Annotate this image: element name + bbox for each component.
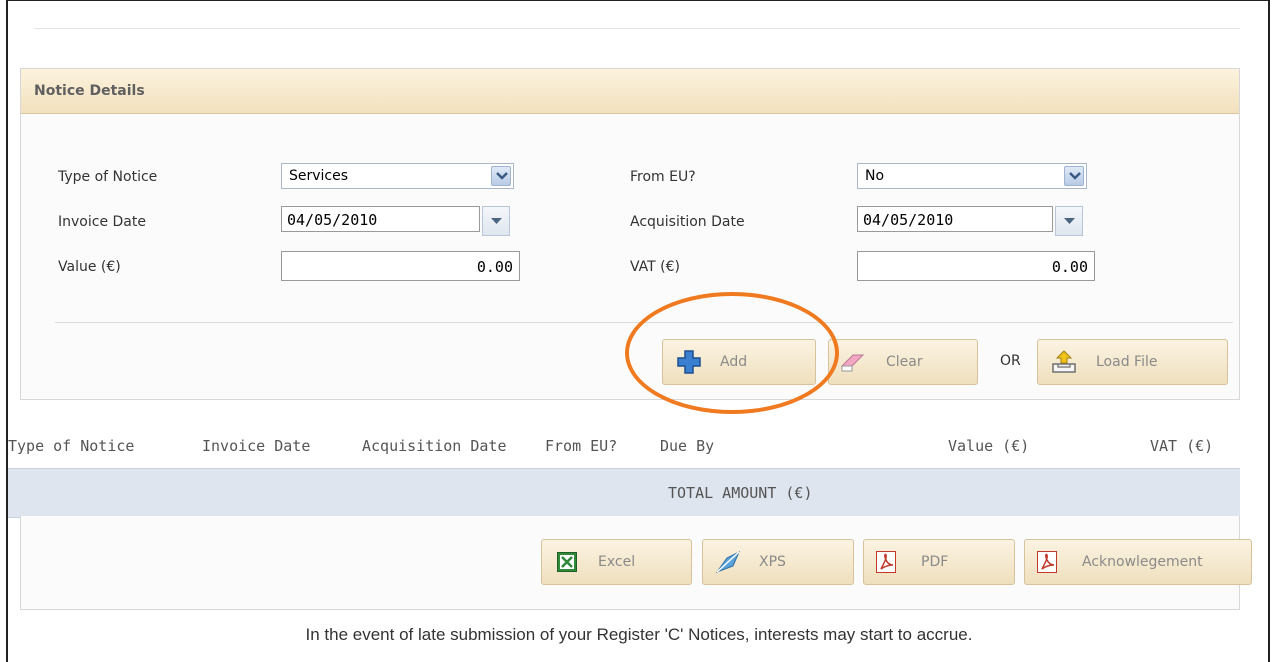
total-amount-row: TOTAL AMOUNT (€): [8, 468, 1240, 518]
value-label: Value (€): [58, 259, 121, 275]
plus-icon: [677, 350, 701, 374]
table-header: Type of Notice Invoice Date Acquisition …: [8, 427, 1240, 467]
load-file-button-label: Load File: [1096, 354, 1158, 370]
acquisition-date-label: Acquisition Date: [630, 214, 745, 230]
total-amount-label: TOTAL AMOUNT (€): [668, 484, 813, 502]
form-divider: [55, 322, 1233, 323]
add-button-label: Add: [720, 354, 748, 370]
triangle-down-icon: [1064, 218, 1075, 224]
type-of-notice-label: Type of Notice: [58, 169, 158, 185]
late-submission-notice: In the event of late submission of your …: [305, 625, 973, 644]
from-eu-value: No: [865, 168, 885, 184]
type-of-notice-select[interactable]: Services: [281, 163, 514, 189]
chevron-down-icon[interactable]: [491, 166, 511, 186]
col-value[interactable]: Value (€): [948, 437, 1029, 455]
acknowledgement-button-label: Acknowlegement: [1082, 554, 1203, 570]
vat-label: VAT (€): [630, 259, 681, 275]
value-input-value: 0.00: [476, 258, 513, 276]
pdf-icon: [876, 551, 896, 573]
pdf-button[interactable]: PDF: [863, 539, 1015, 585]
invoice-date-value: 04/05/2010: [287, 211, 378, 229]
clear-button[interactable]: Clear: [828, 339, 978, 385]
from-eu-label: From EU?: [630, 169, 696, 185]
invoice-date-label: Invoice Date: [58, 214, 146, 230]
xps-button[interactable]: XPS: [702, 539, 854, 585]
panel-title: Notice Details: [34, 83, 145, 99]
chevron-down-icon[interactable]: [1064, 166, 1084, 186]
xps-icon: [715, 550, 740, 574]
acknowledgement-button[interactable]: Acknowlegement: [1024, 539, 1252, 585]
value-input[interactable]: 0.00: [281, 251, 520, 281]
acquisition-date-value: 04/05/2010: [863, 211, 954, 229]
acquisition-date-dropdown-button[interactable]: [1055, 206, 1083, 236]
load-file-button[interactable]: Load File: [1037, 339, 1228, 385]
from-eu-select[interactable]: No: [857, 163, 1087, 189]
add-button[interactable]: Add: [662, 339, 816, 385]
or-label: OR: [1000, 353, 1021, 369]
col-from-eu[interactable]: From EU?: [545, 437, 617, 455]
col-vat[interactable]: VAT (€): [1150, 437, 1213, 455]
triangle-down-icon: [491, 218, 502, 224]
col-type-of-notice[interactable]: Type of Notice: [8, 437, 134, 455]
pdf-button-label: PDF: [921, 554, 949, 570]
vat-input-value: 0.00: [1051, 258, 1088, 276]
upload-tray-icon: [1052, 350, 1076, 373]
excel-icon: [557, 552, 577, 572]
top-divider: [34, 28, 1240, 29]
panel-header: Notice Details: [21, 69, 1239, 114]
invoice-date-dropdown-button[interactable]: [482, 206, 510, 236]
col-acquisition-date[interactable]: Acquisition Date: [362, 437, 507, 455]
invoice-date-input[interactable]: 04/05/2010: [281, 206, 480, 232]
col-invoice-date[interactable]: Invoice Date: [202, 437, 310, 455]
pdf-icon: [1037, 551, 1057, 573]
type-of-notice-value: Services: [289, 168, 349, 184]
excel-button[interactable]: Excel: [541, 539, 692, 585]
vat-input[interactable]: 0.00: [857, 251, 1095, 281]
eraser-icon: [840, 354, 865, 372]
xps-button-label: XPS: [759, 554, 786, 570]
col-due-by[interactable]: Due By: [660, 437, 714, 455]
excel-button-label: Excel: [598, 554, 636, 570]
acquisition-date-input[interactable]: 04/05/2010: [857, 206, 1053, 232]
clear-button-label: Clear: [886, 354, 923, 370]
